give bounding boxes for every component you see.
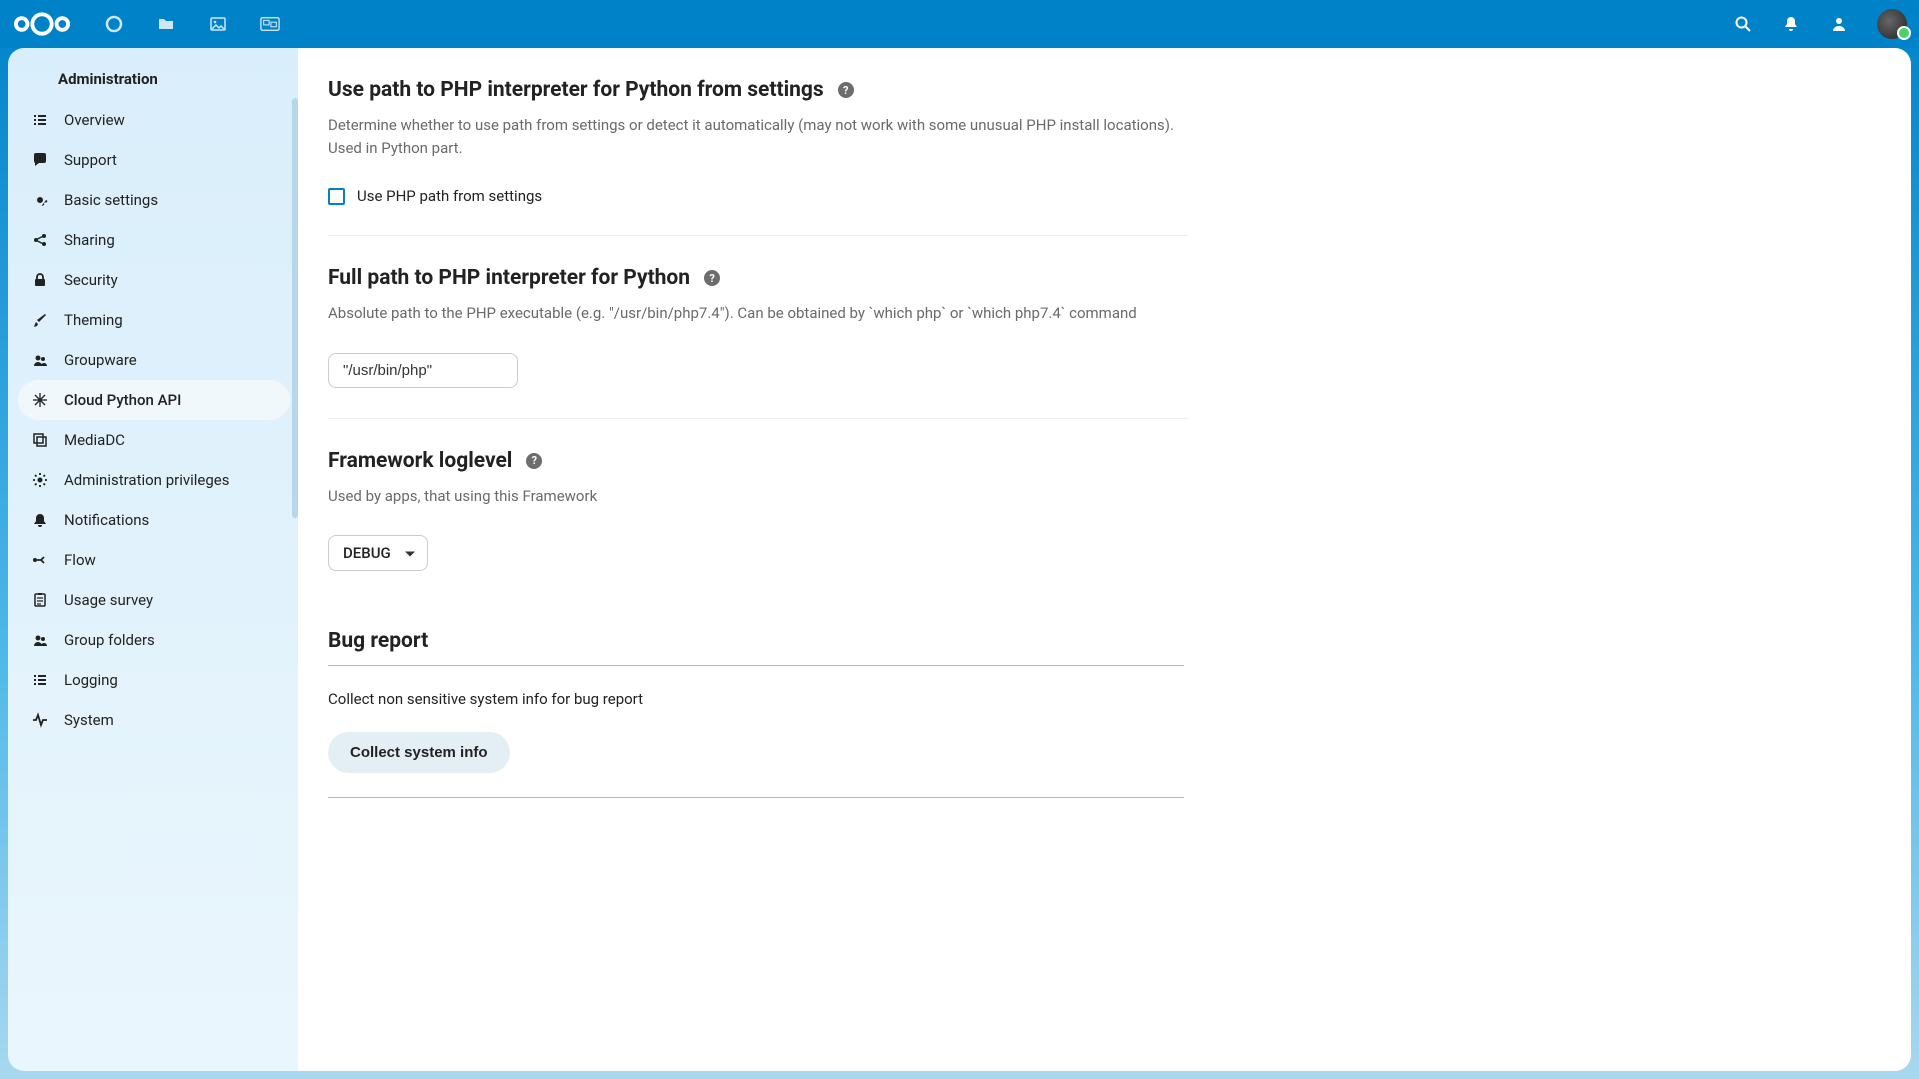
chat-icon (32, 152, 48, 168)
section-title: Use path to PHP interpreter for Python f… (328, 78, 1188, 102)
sidebar-item-label: System (64, 711, 114, 729)
sidebar-item-label: Support (64, 151, 117, 169)
activity-icon (32, 712, 48, 728)
sidebar-heading: Administration (18, 58, 290, 100)
sidebar-item-security[interactable]: Security (18, 260, 290, 300)
section-desc: Used by apps, that using this Framework (328, 485, 1178, 508)
sidebar-item-label: Basic settings (64, 191, 158, 209)
title-text: Full path to PHP interpreter for Python (328, 266, 690, 290)
settings-content: Use path to PHP interpreter for Python f… (298, 48, 1911, 1071)
collect-system-info-button[interactable]: Collect system info (328, 732, 510, 773)
sidebar-scrollbar[interactable] (292, 98, 298, 518)
use-php-path-checkbox-row: Use PHP path from settings (328, 187, 1188, 205)
sidebar-item-label: Usage survey (64, 591, 153, 609)
sidebar-item-system[interactable]: System (18, 700, 290, 740)
group-icon (32, 632, 48, 648)
brush-icon (32, 312, 48, 328)
checkbox-label[interactable]: Use PHP path from settings (357, 187, 542, 205)
divider (328, 665, 1184, 666)
user-avatar[interactable] (1877, 9, 1907, 39)
sidebar-item-label: Overview (64, 111, 125, 129)
flow-icon (32, 552, 48, 568)
use-php-path-checkbox[interactable] (328, 188, 345, 205)
notifications-icon[interactable] (1781, 14, 1801, 34)
help-icon[interactable]: ? (838, 82, 854, 98)
search-icon[interactable] (1733, 14, 1753, 34)
sidebar-item-sharing[interactable]: Sharing (18, 220, 290, 260)
snowflake-icon (32, 392, 48, 408)
section-desc: Determine whether to use path from setti… (328, 114, 1178, 159)
sidebar-item-mediadc[interactable]: MediaDC (18, 420, 290, 460)
section-bug-report: Bug report Collect non sensitive system … (328, 601, 1188, 852)
sidebar-item-label: Groupware (64, 351, 137, 369)
section-title: Framework loglevel ? (328, 449, 1188, 473)
sidebar-item-label: Administration privileges (64, 471, 229, 489)
loglevel-select[interactable]: DEBUG (328, 535, 428, 571)
mediadc-app-icon[interactable] (260, 14, 280, 34)
admin-sidebar: Administration Overview Support Basic se… (8, 48, 298, 1071)
lock-icon (32, 272, 48, 288)
sidebar-item-label: Security (64, 271, 118, 289)
clipboard-icon (32, 592, 48, 608)
section-php-full-path: Full path to PHP interpreter for Python … (328, 236, 1188, 419)
bell-icon (32, 512, 48, 528)
php-path-input[interactable] (328, 353, 518, 388)
sidebar-item-flow[interactable]: Flow (18, 540, 290, 580)
duplicate-icon (32, 432, 48, 448)
section-php-path-toggle: Use path to PHP interpreter for Python f… (328, 48, 1188, 236)
sidebar-item-basic-settings[interactable]: Basic settings (18, 180, 290, 220)
title-text: Framework loglevel (328, 449, 512, 473)
photos-icon[interactable] (208, 14, 228, 34)
gear-icon (32, 472, 48, 488)
help-icon[interactable]: ? (704, 270, 720, 286)
list-icon (32, 672, 48, 688)
files-icon[interactable] (156, 14, 176, 34)
sidebar-item-label: MediaDC (64, 431, 125, 449)
sidebar-item-usage-survey[interactable]: Usage survey (18, 580, 290, 620)
sidebar-item-groupware[interactable]: Groupware (18, 340, 290, 380)
list-icon (32, 112, 48, 128)
sidebar-item-label: Flow (64, 551, 96, 569)
sidebar-item-group-folders[interactable]: Group folders (18, 620, 290, 660)
help-icon[interactable]: ? (526, 453, 542, 469)
sidebar-item-notifications[interactable]: Notifications (18, 500, 290, 540)
sidebar-item-label: Cloud Python API (64, 391, 181, 409)
sidebar-item-label: Group folders (64, 631, 155, 649)
sidebar-item-admin-privileges[interactable]: Administration privileges (18, 460, 290, 500)
section-title: Full path to PHP interpreter for Python … (328, 266, 1188, 290)
sidebar-item-label: Notifications (64, 511, 149, 529)
divider (328, 797, 1184, 798)
sidebar-item-overview[interactable]: Overview (18, 100, 290, 140)
sidebar-item-label: Logging (64, 671, 118, 689)
share-icon (32, 232, 48, 248)
sidebar-item-cloud-python-api[interactable]: Cloud Python API (18, 380, 290, 420)
sidebar-item-label: Sharing (64, 231, 115, 249)
contacts-icon[interactable] (1829, 14, 1849, 34)
bug-report-title: Bug report (328, 629, 1188, 653)
section-desc: Absolute path to the PHP executable (e.g… (328, 302, 1178, 325)
sidebar-item-logging[interactable]: Logging (18, 660, 290, 700)
bug-report-desc: Collect non sensitive system info for bu… (328, 690, 1188, 708)
dashboard-icon[interactable] (104, 14, 124, 34)
title-text: Use path to PHP interpreter for Python f… (328, 78, 824, 102)
sidebar-item-label: Theming (64, 311, 123, 329)
sidebar-item-theming[interactable]: Theming (18, 300, 290, 340)
top-header (0, 0, 1919, 48)
section-loglevel: Framework loglevel ? Used by apps, that … (328, 419, 1188, 602)
select-value: DEBUG (343, 544, 391, 562)
nextcloud-logo[interactable] (12, 9, 72, 39)
gear-icon (32, 192, 48, 208)
group-icon (32, 352, 48, 368)
sidebar-item-support[interactable]: Support (18, 140, 290, 180)
